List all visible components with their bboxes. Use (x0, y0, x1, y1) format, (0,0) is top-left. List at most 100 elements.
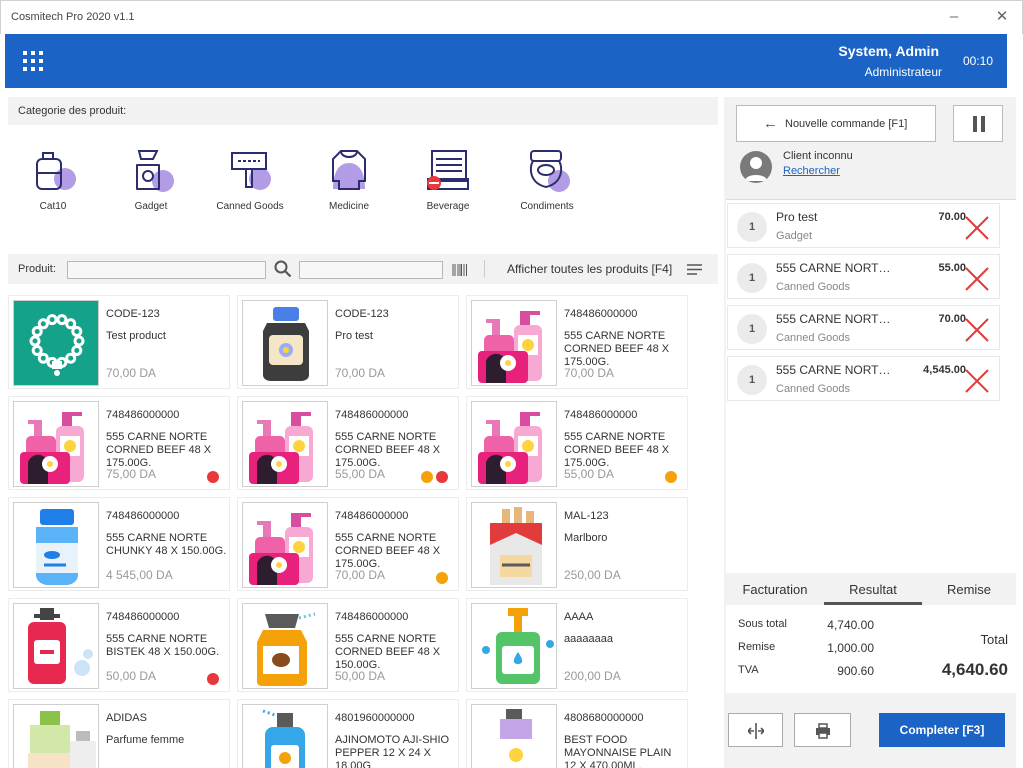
product-grid: CODE-123 Test product 70,00 DA CODE-123 Pro … (8, 290, 718, 768)
category-label: Medicine (328, 201, 370, 212)
pause-button[interactable] (953, 105, 1003, 142)
line-price: 70.00 (938, 313, 966, 325)
complete-order-button[interactable]: Completer [F3] (879, 713, 1005, 747)
perfume-image (13, 704, 99, 768)
remove-line-icon[interactable] (964, 266, 990, 292)
product-card[interactable]: 4808680000000 BEST FOOD MAYONNAISE PLAIN … (466, 699, 688, 768)
order-lines: 1 Pro test Gadget 70.00 1 555 CARNE NORTE COR… (726, 199, 1016, 573)
remove-line-icon[interactable] (964, 317, 990, 343)
cosmetics-set-image (471, 401, 557, 487)
line-name: 555 CARNE NORTE CHUNKY 48 X 150.00G. (776, 363, 896, 377)
product-card[interactable]: CODE-123 Pro test 70,00 DA (237, 295, 459, 389)
product-price: 70,00 DA (335, 366, 386, 380)
category-cat10[interactable]: Cat10 (8, 143, 98, 212)
product-name: 555 CARNE NORTE CHUNKY 48 X 150.00G. (106, 532, 227, 557)
new-order-button[interactable]: ← Nouvelle commande [F1] (736, 105, 936, 142)
product-code: CODE-123 (106, 308, 160, 320)
order-line[interactable]: 1 555 CARNE NORTE CORNED BEEF 48 X 175.00… (727, 254, 1000, 299)
user-name: System, Admin (838, 43, 939, 59)
close-icon[interactable]: ✕ (991, 7, 1013, 27)
category-beverage[interactable]: Beverage (403, 143, 493, 212)
line-quantity[interactable]: 1 (737, 263, 767, 293)
product-code: MAL-123 (564, 510, 609, 522)
product-code: 748486000000 (335, 409, 409, 421)
window-title: Cosmitech Pro 2020 v1.1 (11, 11, 135, 23)
soap-dispenser-image (471, 603, 557, 689)
discount-value: 1,000.00 (827, 641, 874, 655)
product-card[interactable]: 748486000000 555 CARNE NORTE CORNED BEEF … (466, 396, 688, 490)
remove-line-icon[interactable] (964, 215, 990, 241)
line-quantity[interactable]: 1 (737, 314, 767, 344)
line-quantity[interactable]: 1 (737, 365, 767, 395)
stock-status-dot (665, 471, 677, 483)
product-price: 50,00 DA (335, 669, 386, 683)
cigarette-pack-image (471, 502, 557, 588)
tab-remise[interactable]: Remise (922, 582, 1016, 597)
line-price: 4,545.00 (923, 364, 966, 376)
split-button[interactable] (728, 713, 783, 747)
totals-panel: Sous total 4,740.00 Remise 1,000.00 TVA … (726, 605, 1016, 693)
barcode-icon[interactable] (452, 264, 468, 276)
category-label: Gadget (134, 201, 168, 212)
product-card[interactable]: MAL-123 Marlboro 250,00 DA (466, 497, 688, 591)
list-icon[interactable] (687, 264, 702, 275)
search-bar: Produit: Afficher toutes les produits [F… (8, 254, 718, 284)
product-card[interactable]: 748486000000 555 CARNE NORTE CORNED BEEF … (237, 598, 459, 692)
product-price: 200,00 DA (564, 669, 621, 683)
shirt-icon (332, 150, 366, 190)
product-card[interactable]: AAAA aaaaaaaa 200,00 DA (466, 598, 688, 692)
product-card[interactable]: 4801960000000 AJINOMOTO AJI-SHIO PEPPER 1… (237, 699, 459, 768)
product-card[interactable]: ADIDASParfume femme10,00 DA (8, 699, 230, 768)
product-price: 50,00 DA (106, 669, 157, 683)
show-all-products-button[interactable]: Afficher toutes les produits [F4] (507, 262, 672, 276)
category-canned-goods[interactable]: Canned Goods (205, 143, 295, 212)
tab-resultat[interactable]: Resultat (824, 582, 922, 597)
category-gadget[interactable]: Gadget (106, 143, 196, 212)
product-name: Parfume femme (106, 734, 185, 746)
product-card[interactable]: 748486000000 555 CARNE NORTE CORNED BEEF … (466, 295, 688, 389)
line-quantity[interactable]: 1 (737, 212, 767, 242)
product-card[interactable]: 748486000000 555 CARNE NORTE CHUNKY 48 X … (8, 497, 230, 591)
category-label: Canned Goods (216, 201, 284, 212)
product-name: 555 CARNE NORTE CORNED BEEF 48 X 175.00G… (564, 330, 670, 368)
product-card[interactable]: 748486000000 555 CARNE NORTE CORNED BEEF … (8, 396, 230, 490)
category-label: Condiments (520, 201, 574, 212)
order-line[interactable]: 1 555 CARNE NORTE CORNED BEEF 48 X 175.00… (727, 305, 1000, 350)
order-line[interactable]: 1 Pro test Gadget 70.00 (727, 203, 1000, 248)
product-name: 555 CARNE NORTE CORNED BEEF 48 X 175.00G… (106, 431, 212, 469)
product-card[interactable]: 748486000000 555 CARNE NORTE BISTEK 48 X … (8, 598, 230, 692)
product-card[interactable]: 748486000000 555 CARNE NORTE CORNED BEEF … (237, 497, 459, 591)
product-card[interactable]: 748486000000 555 CARNE NORTE CORNED BEEF … (237, 396, 459, 490)
minimize-icon[interactable]: – (943, 7, 965, 27)
product-price: 250,00 DA (564, 568, 621, 582)
client-search-link[interactable]: Rechercher (783, 165, 840, 177)
category-medicine[interactable]: Medicine (304, 143, 394, 212)
category-title: Categorie des produit: (8, 97, 718, 125)
product-card[interactable]: CODE-123 Test product 70,00 DA (8, 295, 230, 389)
client-avatar-icon (740, 151, 772, 183)
product-code: 748486000000 (106, 409, 180, 421)
line-category: Canned Goods (776, 332, 850, 344)
arrow-left-icon: ← (763, 115, 778, 132)
print-button[interactable] (794, 713, 851, 747)
product-search-input[interactable] (67, 261, 266, 279)
stock-status-dot (207, 673, 219, 685)
app-menu-grid-icon[interactable] (23, 51, 43, 71)
category-condiments[interactable]: Condiments (502, 143, 592, 212)
product-code: ADIDAS (106, 712, 147, 724)
product-name: Pro test (335, 330, 373, 342)
perfume-blue-image (242, 704, 328, 768)
product-price: 70,00 DA (106, 366, 157, 380)
barcode-input[interactable] (299, 261, 443, 279)
category-panel: Categorie des produit: Cat10 Gadget Cann… (8, 97, 718, 252)
stock-status-dot (436, 572, 448, 584)
tab-facturation[interactable]: Facturation (726, 582, 824, 597)
product-search-label: Produit: (18, 263, 56, 275)
product-name: AJINOMOTO AJI-SHIO PEPPER 12 X 24 X 18.0… (335, 734, 450, 768)
red-bottle-image (13, 603, 99, 689)
search-icon[interactable] (274, 260, 292, 278)
total-label: Total (980, 632, 1008, 647)
product-code: 4801960000000 (335, 712, 415, 724)
remove-line-icon[interactable] (964, 368, 990, 394)
order-line[interactable]: 1 555 CARNE NORTE CHUNKY 48 X 150.00G. Can… (727, 356, 1000, 401)
